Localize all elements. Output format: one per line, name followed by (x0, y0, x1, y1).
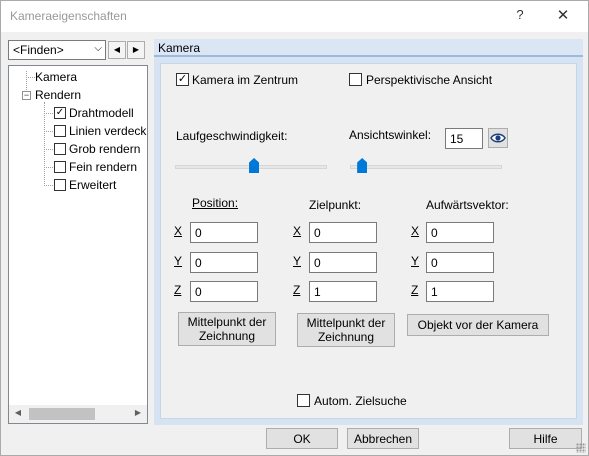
checkbox-auto-target[interactable] (297, 394, 310, 407)
up-x-input[interactable]: 0 (426, 222, 494, 243)
window-title: Kameraeigenschaften (10, 9, 127, 23)
collapse-icon[interactable]: − (22, 91, 31, 100)
tree-item-grob-rendern[interactable]: Grob rendern (69, 142, 140, 156)
center-of-drawing-button-target[interactable]: Mittelpunkt der Zeichnung (297, 313, 395, 347)
target-x-input[interactable]: 0 (309, 222, 377, 243)
checkbox-drahtmodell[interactable]: ✓ (54, 107, 66, 119)
checkbox-fein-rendern[interactable] (54, 161, 66, 173)
tree-connector (26, 77, 35, 78)
chevron-down-icon: ⌵ (94, 43, 102, 54)
find-dropdown[interactable]: <Finden> ⌵ (8, 40, 106, 60)
up-y-input[interactable]: 0 (426, 252, 494, 273)
eye-icon[interactable] (488, 128, 508, 148)
property-tree: Kamera − Rendern ✓ Drahtmodell Linien ve… (8, 65, 148, 424)
center-of-drawing-button-position[interactable]: Mittelpunkt der Zeichnung (178, 312, 276, 346)
tree-connector (44, 149, 53, 150)
scrollbar-thumb[interactable] (29, 408, 95, 420)
position-y-label: Y (174, 254, 183, 268)
panel-title: Kamera (158, 41, 201, 55)
tree-item-linien-verdeck[interactable]: Linien verdeck (69, 124, 146, 138)
camera-panel-content: ✓ Kamera im Zentrum Perspektivische Ansi… (160, 63, 577, 419)
perspective-label[interactable]: Perspektivische Ansicht (366, 73, 492, 87)
panel-header: Kamera (154, 39, 583, 57)
auto-target-label[interactable]: Autom. Zielsuche (314, 394, 407, 408)
tree-connector (44, 102, 45, 186)
target-y-input[interactable]: 0 (309, 252, 377, 273)
tree-item-kamera[interactable]: Kamera (35, 70, 77, 84)
scroll-right-icon[interactable]: ▶ (131, 408, 145, 420)
angle-slider-thumb[interactable] (357, 158, 368, 173)
angle-slider-track[interactable] (350, 165, 502, 169)
cancel-button[interactable]: Abbrechen (347, 428, 419, 449)
find-dropdown-value: <Finden> (13, 43, 64, 57)
checkbox-grob-rendern[interactable] (54, 143, 66, 155)
angle-label: Ansichtswinkel: (349, 128, 432, 142)
tree-connector (44, 185, 53, 186)
help-button[interactable]: Hilfe (509, 428, 582, 449)
target-y-label: Y (293, 254, 302, 268)
target-x-label: X (293, 224, 302, 238)
tree-horizontal-scrollbar[interactable]: ◀ ▶ (9, 405, 147, 423)
position-z-label: Z (174, 283, 182, 297)
position-heading: Position: (192, 196, 239, 210)
target-z-label: Z (293, 283, 301, 297)
position-x-input[interactable]: 0 (190, 222, 258, 243)
camera-panel: ✓ Kamera im Zentrum Perspektivische Ansi… (154, 57, 583, 425)
position-x-label: X (174, 224, 183, 238)
resize-grip[interactable] (576, 443, 586, 453)
tree-item-erweitert[interactable]: Erweitert (69, 178, 116, 192)
up-vector-heading: Aufwärtsvektor: (426, 198, 509, 212)
tree-connector (44, 131, 53, 132)
title-bar: Kameraeigenschaften ? ✕ (1, 1, 588, 32)
position-z-input[interactable]: 0 (190, 281, 258, 302)
speed-slider-thumb[interactable] (249, 158, 260, 173)
checkbox-erweitert[interactable] (54, 179, 66, 191)
checkbox-linien-verdeck[interactable] (54, 125, 66, 137)
position-y-input[interactable]: 0 (190, 252, 258, 273)
next-button[interactable]: ▶ (127, 41, 145, 59)
scroll-left-icon[interactable]: ◀ (11, 408, 25, 420)
up-y-label: Y (411, 254, 420, 268)
close-icon[interactable]: ✕ (553, 6, 573, 26)
previous-button[interactable]: ◀ (108, 41, 126, 59)
help-icon[interactable]: ? (510, 7, 530, 27)
tree-item-drahtmodell[interactable]: Drahtmodell (69, 106, 134, 120)
tree-item-rendern[interactable]: Rendern (35, 88, 81, 102)
checkbox-perspective[interactable] (349, 73, 362, 86)
up-x-label: X (411, 224, 420, 238)
ok-button[interactable]: OK (266, 428, 338, 449)
target-heading: Zielpunkt: (309, 198, 362, 212)
camera-center-label[interactable]: Kamera im Zentrum (192, 73, 298, 87)
tree-connector (44, 113, 53, 114)
target-z-input[interactable]: 1 (309, 281, 377, 302)
object-in-front-of-camera-button[interactable]: Objekt vor der Kamera (407, 314, 549, 336)
up-z-label: Z (411, 283, 419, 297)
checkbox-camera-center[interactable]: ✓ (176, 73, 189, 86)
angle-input[interactable]: 15 (445, 128, 483, 149)
up-z-input[interactable]: 1 (426, 281, 494, 302)
tree-item-fein-rendern[interactable]: Fein rendern (69, 160, 137, 174)
tree-connector (44, 167, 53, 168)
speed-label: Laufgeschwindigkeit: (176, 129, 288, 143)
dialog-window: Kameraeigenschaften ? ✕ <Finden> ⌵ ◀ ▶ K… (0, 0, 589, 456)
